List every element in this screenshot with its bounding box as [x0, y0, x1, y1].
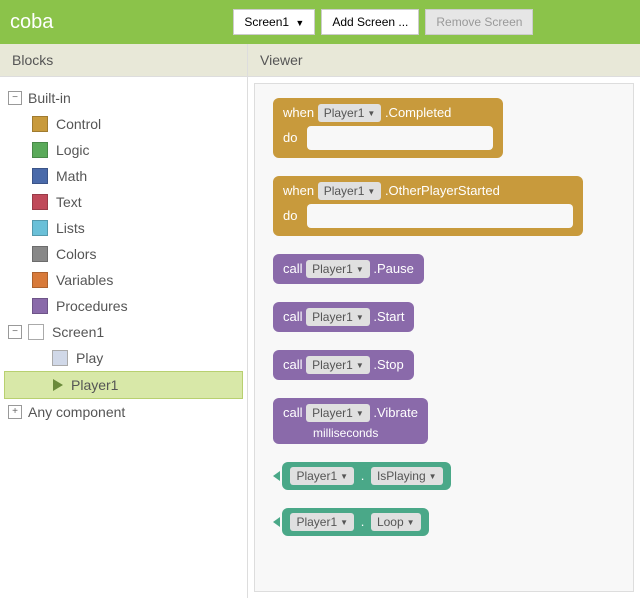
- swatch-icon: [32, 116, 48, 132]
- add-screen-button[interactable]: Add Screen ...: [321, 9, 419, 35]
- target-dropdown[interactable]: Player1▼: [318, 104, 382, 122]
- call-block-stop[interactable]: call Player1▼ .Stop: [273, 350, 623, 380]
- call-block-vibrate[interactable]: call Player1▼ .Vibrate milliseconds: [273, 398, 623, 444]
- viewer-panel: Viewer when Player1▼ .Completed do: [248, 44, 640, 598]
- blocks-tree: − Built-in Control Logic Math Text L: [0, 77, 247, 433]
- any-component-node[interactable]: + Any component: [4, 399, 243, 425]
- blocks-panel: Blocks − Built-in Control Logic Math Tex…: [0, 44, 248, 598]
- target-dropdown[interactable]: Player1▼: [290, 513, 354, 531]
- caret-down-icon: ▼: [429, 472, 437, 481]
- event-block-completed[interactable]: when Player1▼ .Completed do: [273, 98, 623, 158]
- call-block-start[interactable]: call Player1▼ .Start: [273, 302, 623, 332]
- target-dropdown[interactable]: Player1▼: [306, 260, 370, 278]
- swatch-icon: [32, 220, 48, 236]
- target-dropdown[interactable]: Player1▼: [306, 308, 370, 326]
- category-variables[interactable]: Variables: [4, 267, 243, 293]
- app-title: coba: [10, 11, 53, 34]
- caret-down-icon: ▼: [367, 109, 375, 118]
- caret-down-icon: ▼: [340, 518, 348, 527]
- arg-label: milliseconds: [313, 426, 378, 440]
- collapse-icon[interactable]: −: [8, 325, 22, 339]
- blocks-panel-title: Blocks: [0, 44, 247, 77]
- swatch-icon: [32, 194, 48, 210]
- target-dropdown[interactable]: Player1▼: [318, 182, 382, 200]
- category-colors[interactable]: Colors: [4, 241, 243, 267]
- call-block-pause[interactable]: call Player1▼ .Pause: [273, 254, 623, 284]
- swatch-icon: [32, 168, 48, 184]
- caret-down-icon: ▼: [367, 187, 375, 196]
- caret-down-icon: ▼: [407, 518, 415, 527]
- component-icon: [52, 350, 68, 366]
- plug-icon: [273, 471, 280, 481]
- screen-icon: [28, 324, 44, 340]
- event-block-otherplayerstarted[interactable]: when Player1▼ .OtherPlayerStarted do: [273, 176, 623, 236]
- main-area: Blocks − Built-in Control Logic Math Tex…: [0, 44, 640, 598]
- swatch-icon: [32, 142, 48, 158]
- caret-down-icon: ▼: [356, 265, 364, 274]
- caret-down-icon: ▼: [295, 18, 304, 28]
- screen-selector-button[interactable]: Screen1 ▼: [233, 9, 315, 35]
- plug-icon: [273, 517, 280, 527]
- swatch-icon: [32, 298, 48, 314]
- category-math[interactable]: Math: [4, 163, 243, 189]
- target-dropdown[interactable]: Player1▼: [306, 356, 370, 374]
- category-procedures[interactable]: Procedures: [4, 293, 243, 319]
- play-icon: [53, 379, 63, 391]
- viewer-panel-title: Viewer: [248, 44, 640, 77]
- getter-block-loop[interactable]: Player1▼ . Loop▼: [273, 508, 623, 536]
- swatch-icon: [32, 246, 48, 262]
- do-slot[interactable]: [307, 204, 573, 228]
- builtin-node[interactable]: − Built-in: [4, 85, 243, 111]
- category-text[interactable]: Text: [4, 189, 243, 215]
- expand-icon[interactable]: +: [8, 405, 22, 419]
- category-lists[interactable]: Lists: [4, 215, 243, 241]
- blocks-workspace[interactable]: when Player1▼ .Completed do when Player1…: [254, 83, 634, 592]
- do-slot[interactable]: [307, 126, 493, 150]
- component-play[interactable]: Play: [4, 345, 243, 371]
- caret-down-icon: ▼: [356, 313, 364, 322]
- caret-down-icon: ▼: [356, 409, 364, 418]
- caret-down-icon: ▼: [356, 361, 364, 370]
- property-dropdown[interactable]: Loop▼: [371, 513, 421, 531]
- header-bar: coba Screen1 ▼ Add Screen ... Remove Scr…: [0, 0, 640, 44]
- category-logic[interactable]: Logic: [4, 137, 243, 163]
- target-dropdown[interactable]: Player1▼: [306, 404, 370, 422]
- collapse-icon[interactable]: −: [8, 91, 22, 105]
- component-player1[interactable]: Player1: [4, 371, 243, 399]
- category-control[interactable]: Control: [4, 111, 243, 137]
- caret-down-icon: ▼: [340, 472, 348, 481]
- remove-screen-button[interactable]: Remove Screen: [425, 9, 533, 35]
- target-dropdown[interactable]: Player1▼: [290, 467, 354, 485]
- getter-block-isplaying[interactable]: Player1▼ . IsPlaying▼: [273, 462, 623, 490]
- property-dropdown[interactable]: IsPlaying▼: [371, 467, 443, 485]
- screen-node[interactable]: − Screen1: [4, 319, 243, 345]
- swatch-icon: [32, 272, 48, 288]
